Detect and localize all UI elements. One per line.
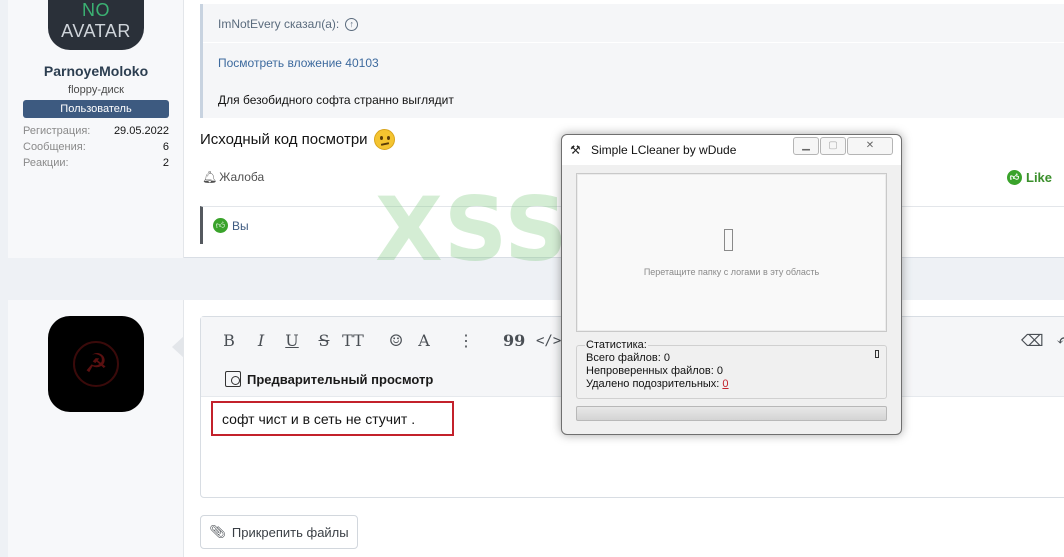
hammer-sickle-icon: ☭ — [73, 341, 119, 387]
report-link[interactable]: 🔔︎ Жалоба — [202, 170, 264, 184]
total-files: Всего файлов: 0 — [586, 352, 670, 364]
bell-icon: 🔔︎ — [202, 170, 218, 184]
speech-pointer — [172, 336, 184, 358]
stat-row-messages: Сообщения: 6 — [23, 141, 169, 153]
palette-icon[interactable]: ☺ — [386, 331, 406, 351]
thumbs-up-icon: 👍︎ — [213, 218, 228, 233]
confused-emoji-icon — [373, 129, 395, 150]
progress-bar — [576, 406, 887, 421]
stat-row-registration: Регистрация: 29.05.2022 — [23, 125, 169, 137]
bold-button[interactable]: B — [221, 331, 237, 351]
font-size-button[interactable]: TT — [341, 331, 365, 351]
undo-icon[interactable]: ↶ — [1053, 331, 1064, 351]
quote-block: ImNotEvery сказал(а): ↑ Посмотреть вложе… — [200, 4, 1064, 118]
font-family-button[interactable]: A — [416, 331, 432, 351]
stat-row-reactions: Реакции: 2 — [23, 157, 169, 169]
folder-drop-icon — [724, 229, 733, 251]
close-button[interactable]: ✕ — [847, 137, 893, 155]
avatar[interactable]: NO AVATAR — [48, 0, 144, 50]
quote-header[interactable]: ImNotEvery сказал(а): ↑ — [218, 17, 359, 31]
window-titlebar[interactable]: ⚒ Simple LCleaner by wDude ▁ ▢ ✕ — [562, 135, 901, 165]
quote-divider — [203, 42, 1064, 43]
drop-zone[interactable]: Перетащите папку с логами в эту область — [576, 173, 887, 332]
paperclip-icon: 📎︎ — [209, 524, 226, 539]
avatar[interactable]: ☭ — [48, 316, 144, 412]
more-options-icon[interactable]: ⋮ — [458, 331, 474, 351]
removed-count-link[interactable]: 0 — [722, 378, 728, 390]
post-top: NO AVATAR ParnoyeMoloko floppy-диск Поль… — [8, 0, 1064, 258]
window-title: Simple LCleaner by wDude — [591, 143, 737, 157]
unverified-files: Непроверенных файлов: 0 — [586, 365, 723, 377]
lcleaner-window[interactable]: ⚒ Simple LCleaner by wDude ▁ ▢ ✕ Перетащ… — [561, 134, 902, 435]
username-link[interactable]: ParnoyeMoloko — [8, 63, 184, 79]
attachment-link[interactable]: Посмотреть вложение 40103 — [218, 56, 379, 70]
user-stats: Регистрация: 29.05.2022 Сообщения: 6 Реакц… — [23, 124, 169, 172]
user-column: NO AVATAR ParnoyeMoloko floppy-диск Поль… — [8, 0, 184, 258]
removed-files: Удалено подозрительных: 0 — [586, 378, 729, 390]
drop-hint: Перетащите папку с логами в эту область — [643, 267, 820, 277]
underline-button[interactable]: U — [284, 331, 300, 351]
quote-author: ImNotEvery сказал(а): — [218, 17, 340, 31]
user-role-badge: Пользователь — [23, 100, 169, 118]
scroll-indicator — [875, 350, 879, 358]
preview-icon — [225, 371, 241, 387]
quote-button[interactable]: 99 — [503, 331, 525, 351]
minimize-button[interactable]: ▁ — [793, 137, 819, 155]
code-button[interactable]: </> — [536, 331, 561, 351]
italic-button[interactable]: I — [253, 331, 269, 351]
user-column: ☭ — [8, 300, 184, 557]
thumbs-up-icon: 👍︎ — [1007, 170, 1022, 185]
statistics-title: Статистика: — [585, 339, 648, 351]
preview-button[interactable]: Предварительный просмотр — [225, 371, 433, 387]
quote-text: Для безобидного софта странно выглядит — [218, 93, 454, 107]
user-title: floppy-диск — [68, 84, 124, 96]
reply-area: ☭ B I U S TT ☺ A ⋮ 99 </> ⌫ ↶ Предварите… — [8, 300, 1064, 557]
post-body: Исходный код посмотри — [200, 129, 395, 150]
reaction-user[interactable]: Вы — [232, 219, 249, 233]
statistics-group: Статистика: Всего файлов: 0 Непроверенны… — [576, 339, 887, 399]
message-text[interactable]: софт чист и в сеть не стучит . — [211, 401, 454, 436]
strikethrough-button[interactable]: S — [316, 331, 332, 351]
maximize-button[interactable]: ▢ — [820, 137, 846, 155]
attach-files-button[interactable]: 📎︎ Прикрепить файлы — [200, 515, 358, 549]
eraser-icon[interactable]: ⌫ — [1021, 331, 1044, 351]
app-icon: ⚒ — [570, 143, 581, 157]
arrow-up-icon[interactable]: ↑ — [345, 17, 359, 31]
like-button[interactable]: 👍︎ Like — [1007, 170, 1052, 185]
